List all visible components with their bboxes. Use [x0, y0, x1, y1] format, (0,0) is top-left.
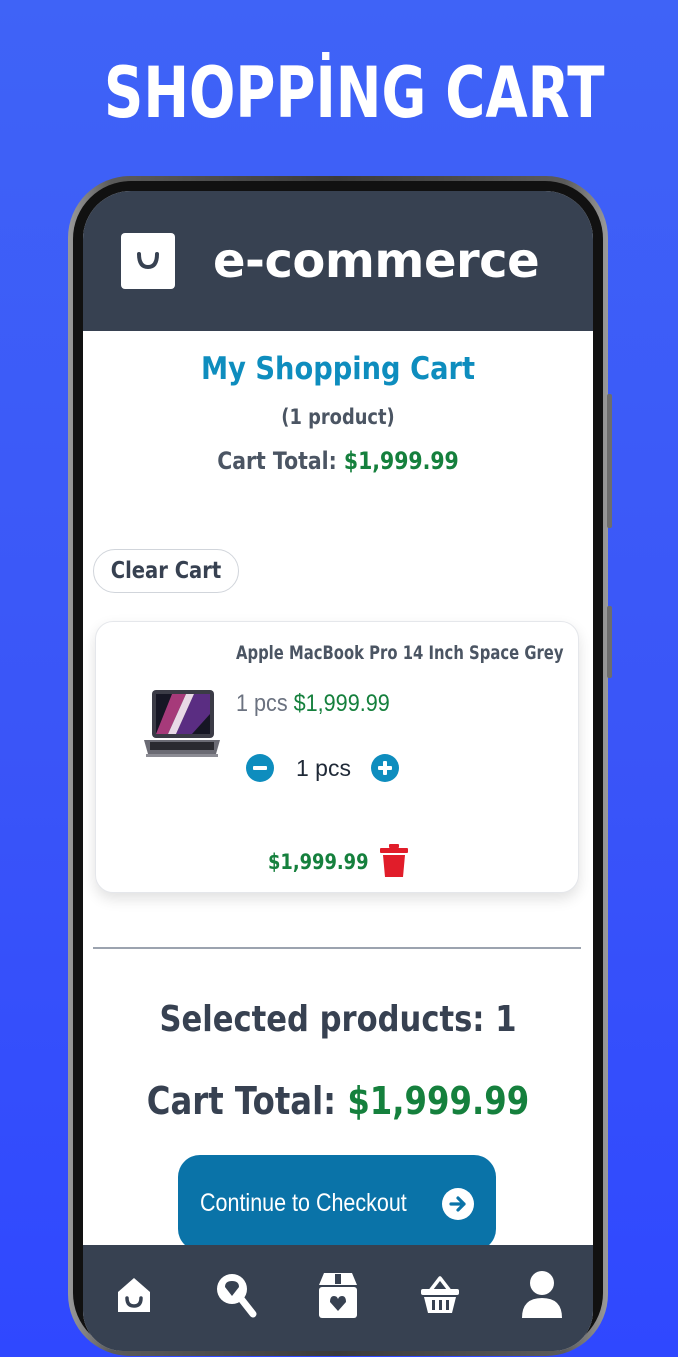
bottom-nav [83, 1245, 593, 1351]
page-title: My Shopping Cart [200, 351, 476, 387]
quantity-stepper: 1 pcs [246, 754, 399, 782]
search-icon[interactable] [206, 1265, 266, 1325]
side-button [607, 394, 612, 528]
item-unit-qty: 1 pcs [236, 690, 288, 717]
checkout-total-label: Cart Total: [146, 1079, 337, 1123]
cart-total-label: Cart Total: [217, 447, 337, 475]
divider [93, 947, 581, 949]
profile-icon[interactable] [512, 1265, 572, 1325]
clear-cart-button[interactable]: Clear Cart [93, 549, 239, 593]
checkout-total: Cart Total: $1,999.99 [121, 1079, 555, 1123]
increase-quantity-button[interactable] [370, 754, 399, 782]
product-count: (1 product) [281, 405, 395, 429]
checkout-button[interactable]: Continue to Checkout [178, 1155, 496, 1251]
arrow-right-icon [442, 1188, 474, 1220]
brand-name[interactable]: e-commerce [213, 233, 540, 289]
selected-products: Selected products: 1 [159, 999, 517, 1040]
laptop-image[interactable] [142, 688, 222, 764]
cart-total-summary: Cart Total: $1,999.99 [121, 447, 555, 475]
store-icon[interactable] [308, 1265, 368, 1325]
basket-icon[interactable] [410, 1265, 470, 1325]
trash-icon[interactable] [380, 844, 408, 883]
item-unit-price: $1,999.99 [293, 690, 390, 717]
clear-cart-label: Clear Cart [110, 558, 222, 584]
item-name[interactable]: Apple MacBook Pro 14 Inch Space Grey [236, 642, 564, 664]
cart-total-value: $1,999.99 [343, 447, 459, 475]
checkout-total-value: $1,999.99 [347, 1079, 530, 1123]
home-icon[interactable] [104, 1265, 164, 1325]
cart-item: Apple MacBook Pro 14 Inch Space Grey 1 p… [95, 621, 579, 893]
item-unit-price-row: 1 pcs $1,999.99 [236, 690, 390, 718]
promo-title: SHOPPİNG CART [104, 52, 605, 134]
checkout-label: Continue to Checkout [200, 1188, 407, 1217]
item-line-total: $1,999.99 [268, 850, 369, 874]
app-screen: e-commerce My Shopping Cart (1 product) … [83, 191, 593, 1351]
side-button [607, 606, 612, 678]
decrease-quantity-button[interactable] [246, 754, 274, 782]
shopping-bag-icon[interactable] [121, 233, 175, 289]
app-header: e-commerce [83, 191, 593, 331]
phone-frame: e-commerce My Shopping Cart (1 product) … [68, 176, 612, 1356]
quantity-value: 1 pcs [296, 754, 351, 781]
